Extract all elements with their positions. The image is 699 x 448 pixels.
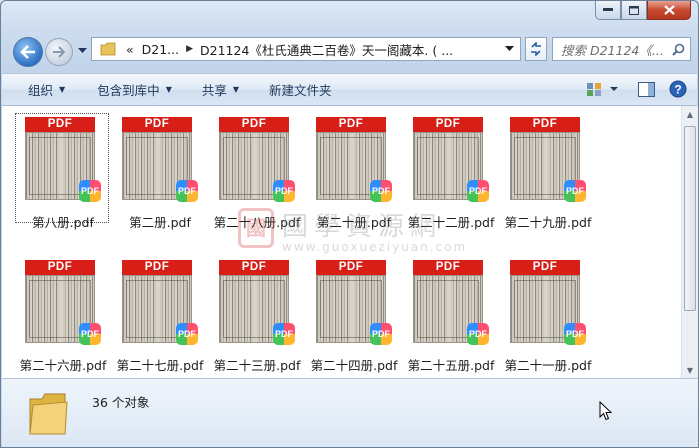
file-name: 第二十一册.pdf xyxy=(504,358,592,373)
close-icon xyxy=(663,5,675,15)
scrollbar-thumb[interactable] xyxy=(684,126,696,311)
recent-pages-dropdown-icon[interactable] xyxy=(78,48,87,54)
svg-text:?: ? xyxy=(674,83,681,97)
file-name: 第八册.pdf xyxy=(32,215,94,230)
forward-button[interactable] xyxy=(45,38,73,66)
pdf-banner: PDF xyxy=(510,117,580,132)
pdf-banner: PDF xyxy=(510,260,580,275)
include-in-library-label: 包含到库中 xyxy=(97,83,160,98)
search-input[interactable]: 搜索 D21124《... xyxy=(561,40,671,59)
scroll-down-icon[interactable]: ▼ xyxy=(682,362,698,378)
command-bar: 组织 ▼ 包含到库中 ▼ 共享 ▼ 新建文件夹 ? xyxy=(2,73,697,106)
pdf-banner: PDF xyxy=(316,117,386,132)
back-arrow-icon xyxy=(20,45,35,59)
new-folder-button[interactable]: 新建文件夹 xyxy=(251,74,344,105)
address-dropdown-icon[interactable] xyxy=(505,46,514,52)
pdf-app-icon: PDF xyxy=(467,180,489,202)
view-controls: ? xyxy=(586,80,687,98)
file-name: 第二册.pdf xyxy=(129,215,191,230)
pdf-banner: PDF xyxy=(25,117,95,132)
file-name: 第二十四册.pdf xyxy=(310,358,398,373)
vertical-scrollbar[interactable]: ▲ ▼ xyxy=(681,106,698,378)
refresh-button[interactable] xyxy=(525,37,547,61)
pdf-app-icon: PDF xyxy=(79,323,101,345)
address-bar[interactable]: « D21... ▶ D21124《杜氏通典二百卷》天一阁藏本. ( ... xyxy=(91,37,521,61)
minimize-button[interactable] xyxy=(595,1,621,20)
file-list[interactable]: PDF PDF 第八册.pdf PDF PDF 第二册.pdf PDF PDF 第二十八册.pd… xyxy=(2,106,698,378)
file-name: 第二十册.pdf xyxy=(316,215,392,230)
new-folder-label: 新建文件夹 xyxy=(269,83,332,98)
search-box[interactable]: 搜索 D21124《... xyxy=(552,37,691,61)
share-label: 共享 xyxy=(201,83,227,98)
forward-arrow-icon xyxy=(53,46,66,58)
details-pane: 36 个对象 xyxy=(2,378,698,447)
file-name: 第二十五册.pdf xyxy=(407,358,495,373)
view-grid-icon xyxy=(587,82,601,96)
chevron-down-icon: ▼ xyxy=(232,85,240,94)
breadcrumb-overflow[interactable]: « xyxy=(126,42,134,57)
file-name: 第二十三册.pdf xyxy=(213,358,301,373)
organize-menu[interactable]: 组织 ▼ xyxy=(2,74,77,105)
include-in-library-menu[interactable]: 包含到库中 ▼ xyxy=(77,74,184,105)
pdf-app-icon: PDF xyxy=(467,323,489,345)
watermark-url: www.guoxueziyuan.com xyxy=(282,240,468,254)
breadcrumb-chevron-icon[interactable]: ▶ xyxy=(186,44,193,54)
preview-pane-icon[interactable] xyxy=(638,81,655,97)
back-button[interactable] xyxy=(13,37,43,67)
breadcrumb-item-parent[interactable]: D21... xyxy=(142,42,179,57)
pdf-banner: PDF xyxy=(413,260,483,275)
pdf-banner: PDF xyxy=(122,117,192,132)
chevron-down-icon: ▼ xyxy=(59,85,66,94)
organize-label: 组织 xyxy=(28,83,54,98)
chevron-down-icon xyxy=(610,86,618,91)
pdf-banner: PDF xyxy=(316,260,386,275)
pdf-banner: PDF xyxy=(219,260,289,275)
scroll-up-icon[interactable]: ▲ xyxy=(682,106,698,122)
file-name: 第二十七册.pdf xyxy=(116,358,204,373)
pdf-banner: PDF xyxy=(25,260,95,275)
pdf-banner: PDF xyxy=(413,117,483,132)
pdf-banner: PDF xyxy=(219,117,289,132)
help-icon[interactable]: ? xyxy=(669,80,687,98)
share-menu[interactable]: 共享 ▼ xyxy=(184,74,251,105)
change-view-button[interactable] xyxy=(586,82,618,97)
folder-icon xyxy=(29,393,68,435)
file-name: 第二十八册.pdf xyxy=(213,215,301,230)
explorer-window: « D21... ▶ D21124《杜氏通典二百卷》天一阁藏本. ( ... 搜… xyxy=(0,0,699,448)
refresh-icon xyxy=(531,42,541,56)
close-button[interactable] xyxy=(647,1,691,20)
minimize-icon xyxy=(603,8,613,11)
search-icon[interactable] xyxy=(672,43,685,56)
pdf-app-icon: PDF xyxy=(273,323,295,345)
maximize-icon xyxy=(629,5,639,15)
file-name: 第二十二册.pdf xyxy=(407,215,495,230)
file-name: 第二十六册.pdf xyxy=(19,358,107,373)
pdf-app-icon: PDF xyxy=(176,180,198,202)
maximize-button[interactable] xyxy=(621,1,647,20)
pdf-app-icon: PDF xyxy=(370,180,392,202)
folder-icon xyxy=(100,42,116,56)
file-name: 第二十九册.pdf xyxy=(504,215,592,230)
navigation-row: « D21... ▶ D21124《杜氏通典二百卷》天一阁藏本. ( ... 搜… xyxy=(9,34,691,67)
mouse-cursor-icon xyxy=(599,401,612,421)
item-count: 36 个对象 xyxy=(92,395,150,410)
pdf-banner: PDF xyxy=(122,260,192,275)
pdf-app-icon: PDF xyxy=(79,180,101,202)
window-caption-buttons xyxy=(595,1,691,20)
pdf-app-icon: PDF xyxy=(564,323,586,345)
pdf-app-icon: PDF xyxy=(370,323,392,345)
breadcrumb-item-current[interactable]: D21124《杜氏通典二百卷》天一阁藏本. ( ... xyxy=(200,40,453,59)
pdf-app-icon: PDF xyxy=(176,323,198,345)
pdf-app-icon: PDF xyxy=(564,180,586,202)
pdf-app-icon: PDF xyxy=(273,180,295,202)
chevron-down-icon: ▼ xyxy=(165,85,172,94)
